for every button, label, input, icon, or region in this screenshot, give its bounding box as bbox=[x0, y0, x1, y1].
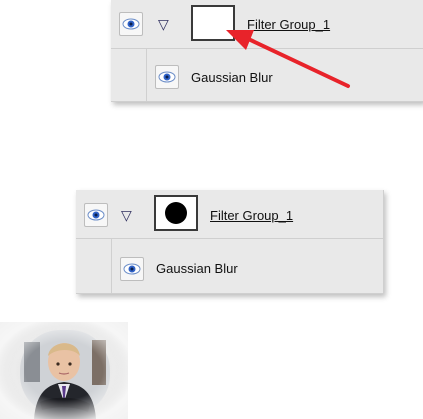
filter-group-row[interactable]: ▽ Filter Group_1 bbox=[76, 190, 383, 239]
triangle-down-icon[interactable]: ▽ bbox=[158, 17, 169, 31]
result-photo bbox=[0, 322, 128, 419]
mask-circle-icon bbox=[165, 202, 187, 224]
eye-icon[interactable] bbox=[155, 65, 179, 89]
red-arrow-icon bbox=[226, 30, 350, 88]
mask-thumbnail[interactable] bbox=[154, 195, 198, 231]
eye-icon[interactable] bbox=[120, 257, 144, 281]
filter-label: Gaussian Blur bbox=[156, 261, 238, 276]
portrait-image bbox=[0, 322, 128, 419]
eye-icon[interactable] bbox=[119, 12, 143, 36]
filter-group-label[interactable]: Filter Group_1 bbox=[210, 208, 293, 223]
eye-icon[interactable] bbox=[84, 203, 108, 227]
filter-row[interactable]: Gaussian Blur bbox=[111, 239, 383, 293]
layers-panel-after: ▽ Filter Group_1 Gaussian Blur bbox=[76, 190, 384, 294]
triangle-down-icon[interactable]: ▽ bbox=[121, 208, 132, 222]
